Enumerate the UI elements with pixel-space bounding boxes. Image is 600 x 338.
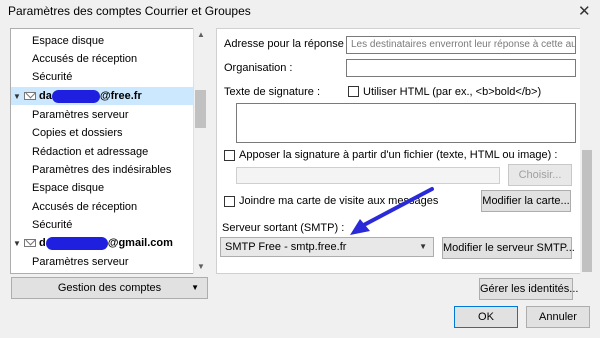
tree-item-server-settings[interactable]: Paramètres serveur bbox=[11, 106, 193, 124]
signature-textarea[interactable] bbox=[236, 103, 576, 143]
redaction-mark bbox=[51, 89, 100, 103]
manage-accounts-button[interactable]: Gestion des comptes ▼ bbox=[11, 277, 208, 299]
tree-item-account-free[interactable]: ▼ da @free.fr bbox=[11, 87, 193, 105]
use-html-checkbox[interactable] bbox=[348, 86, 359, 97]
tree-item-label: Paramètres serveur bbox=[32, 256, 129, 268]
manage-identities-button[interactable]: Gérer les identités... bbox=[479, 278, 578, 300]
tree-item-label: Accusés de réception bbox=[32, 201, 138, 213]
chevron-down-icon: ▼ bbox=[191, 283, 199, 292]
scroll-down-icon[interactable]: ▼ bbox=[197, 262, 205, 271]
attach-signature-label: Apposer la signature à partir d'un fichi… bbox=[239, 149, 558, 161]
tree-item-disk-space[interactable]: Espace disque bbox=[11, 179, 193, 197]
tree-item-junk[interactable]: Paramètres des indésirables bbox=[11, 161, 193, 179]
tree-item-label: Copies et dossiers bbox=[32, 127, 123, 139]
edit-card-button[interactable]: Modifier la carte... bbox=[481, 190, 571, 212]
tree-item-label: Rédaction et adressage bbox=[32, 146, 149, 158]
smtp-label: Serveur sortant (SMTP) : bbox=[222, 222, 345, 234]
window-title: Paramètres des comptes Courrier et Group… bbox=[8, 4, 251, 18]
tree-item-receipts[interactable]: Accusés de réception bbox=[11, 198, 193, 216]
use-html-label: Utiliser HTML (par ex., <b>bold</b>) bbox=[363, 86, 542, 98]
tree-item-composition[interactable]: Rédaction et adressage bbox=[11, 143, 193, 161]
chevron-down-icon[interactable]: ▼ bbox=[13, 88, 23, 106]
smtp-selected-value: SMTP Free - smtp.free.fr bbox=[225, 241, 347, 253]
tree-item-label: Accusés de réception bbox=[32, 53, 138, 65]
tree-item-disk-space[interactable]: Espace disque bbox=[11, 32, 193, 50]
tree-item-server-settings[interactable]: Paramètres serveur bbox=[11, 253, 193, 271]
ok-button[interactable]: OK bbox=[454, 306, 518, 328]
tree-item-label: Sécurité bbox=[32, 219, 73, 231]
signature-label: Texte de signature : bbox=[224, 86, 321, 98]
choose-file-button[interactable]: Choisir... bbox=[508, 164, 572, 186]
reply-to-label: Adresse pour la réponse : bbox=[224, 38, 350, 50]
tree-item-security[interactable]: Sécurité bbox=[11, 216, 193, 234]
tree-scrollbar[interactable] bbox=[193, 28, 208, 274]
account-name-suffix: @free.fr bbox=[99, 90, 142, 102]
annotation-arrow-line bbox=[358, 187, 434, 229]
account-name-suffix: @gmail.com bbox=[107, 237, 173, 249]
organization-label: Organisation : bbox=[224, 62, 293, 74]
edit-smtp-button[interactable]: Modifier le serveur SMTP... bbox=[442, 237, 575, 259]
tree-item-copies-folders[interactable]: Copies et dossiers bbox=[11, 124, 193, 142]
tree-item-label: Espace disque bbox=[32, 182, 105, 194]
tree-item-label: Espace disque bbox=[32, 35, 105, 47]
attach-vcard-checkbox[interactable] bbox=[224, 196, 235, 207]
organization-input[interactable] bbox=[346, 59, 576, 77]
mail-icon bbox=[24, 239, 36, 248]
account-name-prefix: da bbox=[39, 90, 52, 102]
signature-file-input[interactable] bbox=[236, 167, 500, 184]
panel-scrollbar-thumb[interactable] bbox=[582, 150, 592, 272]
cancel-button[interactable]: Annuler bbox=[526, 306, 590, 328]
tree-item-label: Paramètres des indésirables bbox=[32, 164, 172, 176]
attach-signature-checkbox[interactable] bbox=[224, 150, 235, 161]
reply-to-input[interactable]: Les destinataires enverront leur réponse… bbox=[346, 36, 576, 54]
account-name-prefix: d bbox=[39, 237, 46, 249]
tree-scrollbar-thumb[interactable] bbox=[195, 90, 206, 128]
redaction-mark bbox=[45, 236, 108, 250]
tree-item-label: Sécurité bbox=[32, 71, 73, 83]
account-tree[interactable]: Espace disque Accusés de réception Sécur… bbox=[10, 28, 208, 274]
close-icon[interactable]: ✕ bbox=[578, 2, 591, 20]
tree-item-receipts[interactable]: Accusés de réception bbox=[11, 50, 193, 68]
scroll-up-icon[interactable]: ▲ bbox=[197, 30, 205, 39]
tree-item-security[interactable]: Sécurité bbox=[11, 68, 193, 86]
mail-icon bbox=[24, 92, 36, 101]
tree-item-account-gmail[interactable]: ▼ d @gmail.com bbox=[11, 234, 193, 252]
tree-item-label: Paramètres serveur bbox=[32, 109, 129, 121]
annotation-arrow bbox=[350, 187, 434, 235]
chevron-down-icon[interactable]: ▼ bbox=[13, 235, 23, 253]
manage-accounts-label: Gestion des comptes bbox=[57, 282, 162, 294]
